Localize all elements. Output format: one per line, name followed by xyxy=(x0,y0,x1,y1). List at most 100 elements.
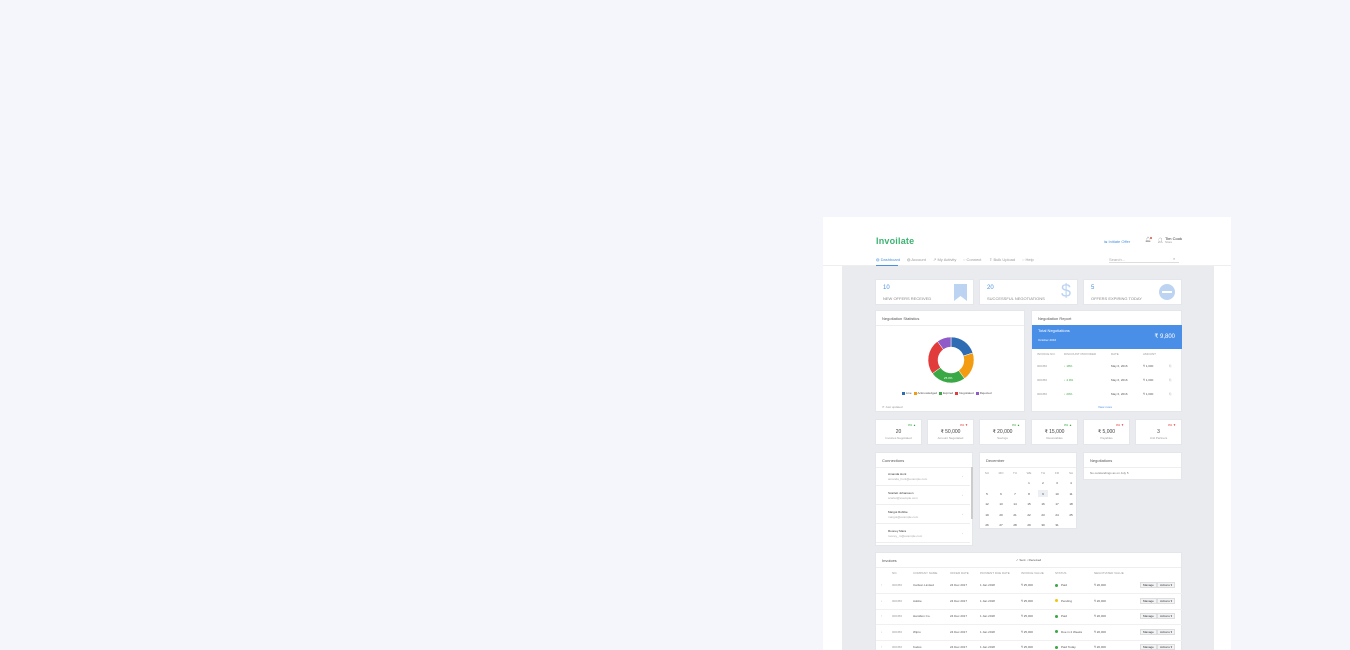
legend-item[interactable]: Expired xyxy=(937,391,953,395)
invoice-company[interactable]: Wipro xyxy=(913,630,921,634)
calendar-day[interactable]: 19 xyxy=(982,513,992,517)
invoice-company[interactable]: Kudos xyxy=(913,645,922,649)
view-more-link[interactable]: View more xyxy=(1098,405,1112,409)
connection-name[interactable]: Rooney Mara xyxy=(888,529,906,533)
date: May 6, 2016 xyxy=(1111,364,1128,368)
divider xyxy=(876,624,1182,625)
calendar-day[interactable]: 26 xyxy=(982,523,992,527)
pie-slice-live[interactable] xyxy=(950,336,974,357)
weekday-label: FR xyxy=(1055,471,1059,475)
stat-tile[interactable]: 0% ▼ ₹ 50,000 Amount Negotiated xyxy=(927,419,974,445)
nav-connect[interactable]: ◌ Connect xyxy=(963,257,981,262)
calendar-day[interactable]: 29 xyxy=(1024,523,1034,527)
calendar-day[interactable]: 22 xyxy=(1024,513,1034,517)
manage-button[interactable]: Manage xyxy=(1140,644,1157,650)
stat-tile[interactable]: 0% ▼ ₹ 5,000 Payables xyxy=(1083,419,1130,445)
search-input[interactable]: Search... xyxy=(1109,255,1179,263)
calendar-day[interactable]: 5 xyxy=(982,492,992,496)
calendar-day[interactable]: 13 xyxy=(996,502,1006,506)
calendar-day[interactable]: 16 xyxy=(1038,502,1048,506)
arrow-down-icon: ↓ xyxy=(881,598,883,603)
invoice-company[interactable]: Hamilton Co. xyxy=(913,614,930,618)
calendar-day[interactable]: 24 xyxy=(1052,513,1062,517)
initiate-offer-link[interactable]: ⇋ Initiate Offer xyxy=(1104,239,1130,244)
connection-name[interactable]: Scarlett Johansson xyxy=(888,491,914,495)
stat-tile[interactable]: 0% ▲ 20 Invoices Negotiated xyxy=(875,419,922,445)
manage-button[interactable]: Manage xyxy=(1140,613,1157,619)
calendar-day[interactable]: 12 xyxy=(982,502,992,506)
nav-bulk-upload[interactable]: ⇪ Bulk Upload xyxy=(989,257,1015,262)
manage-button[interactable]: Manage xyxy=(1140,582,1157,588)
calendar-day[interactable]: 3 xyxy=(1052,481,1062,485)
legend-item[interactable]: Acknowledged xyxy=(912,391,937,395)
calendar-day[interactable]: 27 xyxy=(996,523,1006,527)
nav-dashboard[interactable]: ◍ Dashboard xyxy=(876,257,900,262)
calendar-day[interactable]: 23 xyxy=(1038,513,1048,517)
calendar-day[interactable]: 14 xyxy=(1010,502,1020,506)
legend-item[interactable]: Negotiated xyxy=(953,391,974,395)
calendar-day[interactable]: 25 xyxy=(1066,513,1076,517)
calendar-day[interactable]: 28 xyxy=(1010,523,1020,527)
calendar-day[interactable]: 18 xyxy=(1066,502,1076,506)
calendar-day[interactable]: 15 xyxy=(1024,502,1034,506)
actions-dropdown[interactable]: Actions ▾ xyxy=(1157,613,1176,619)
nav-dashboard-label: Dashboard xyxy=(880,257,901,262)
calendar-day[interactable]: 8 xyxy=(1024,492,1034,496)
manage-button[interactable]: Manage xyxy=(1140,597,1157,604)
stat-tile[interactable]: 0% ▲ ₹ 20,000 Savings xyxy=(979,419,1026,445)
calendar-day[interactable]: 31 xyxy=(1052,523,1062,527)
divider xyxy=(1084,467,1181,468)
calendar-day[interactable]: 20 xyxy=(996,513,1006,517)
column-header: DATE xyxy=(1111,352,1119,356)
nav-help[interactable]: ◌ Help xyxy=(1022,257,1034,262)
copy-icon[interactable]: ⎘ xyxy=(1169,392,1171,396)
arrow-up-icon: ↑ xyxy=(881,645,883,649)
divider xyxy=(876,523,970,524)
copy-icon[interactable]: ⎘ xyxy=(1169,364,1171,368)
legend-item[interactable]: Rejected xyxy=(974,391,992,395)
actions-dropdown[interactable]: Actions ▾ xyxy=(1157,582,1176,588)
calendar-day[interactable]: 6 xyxy=(996,492,1006,496)
connection-name[interactable]: Margot Robbie xyxy=(888,510,908,514)
nav-my-activity[interactable]: ↗ My Activity xyxy=(933,257,956,262)
actions-dropdown[interactable]: Actions ▾ xyxy=(1157,597,1176,604)
chevron-right-icon[interactable]: › xyxy=(962,493,963,497)
kpi-card-negotiations[interactable]: 20 SUCCESSFUL NEGOTIATIONS $ xyxy=(979,279,1078,305)
sent-received-filter[interactable]: ✓ Sent ↓ Received xyxy=(1016,558,1041,562)
copy-icon[interactable]: ⎘ xyxy=(1169,378,1171,382)
chevron-right-icon[interactable]: › xyxy=(962,531,963,535)
manage-button[interactable]: Manage xyxy=(1140,628,1157,635)
actions-dropdown[interactable]: Actions ▾ xyxy=(1157,628,1176,635)
calendar-day[interactable]: 7 xyxy=(1010,492,1020,496)
calendar-day[interactable]: 21 xyxy=(1010,513,1020,517)
chevron-right-icon[interactable]: › xyxy=(962,474,963,478)
legend-item[interactable]: Live xyxy=(900,391,912,395)
kpi-label: OFFERS EXPIRING TODAY xyxy=(1091,296,1142,301)
calendar-day[interactable]: 1 xyxy=(1024,481,1034,485)
nav-account[interactable]: ◍ Account xyxy=(907,257,926,262)
chevron-right-icon[interactable]: › xyxy=(962,512,963,516)
invoice-company[interactable]: Carlson Limited xyxy=(913,583,934,587)
stat-tile[interactable]: 0% ▲ ₹ 15,000 Receivables xyxy=(1031,419,1078,445)
calendar-day[interactable]: 30 xyxy=(1038,523,1048,527)
calendar-day[interactable]: 10 xyxy=(1052,492,1062,496)
calendar-day[interactable]: 11 xyxy=(1066,492,1076,496)
calendar-day[interactable]: 2 xyxy=(1038,481,1048,485)
kpi-card-offers[interactable]: 10 NEW OFFERS RECEIVED xyxy=(875,279,974,305)
calendar-day[interactable]: 9 xyxy=(1038,492,1048,496)
connection-email: amanda_hunt@example.com xyxy=(888,477,928,481)
kpi-card-expiring[interactable]: 5 OFFERS EXPIRING TODAY xyxy=(1083,279,1182,305)
search-icon[interactable]: ⌕ xyxy=(1173,256,1175,261)
calendar-day[interactable]: 4 xyxy=(1066,481,1076,485)
actions-dropdown[interactable]: Actions ▾ xyxy=(1157,644,1176,650)
app-logo[interactable]: Invoilate xyxy=(876,236,914,246)
invoice-company[interactable]: Adobe xyxy=(913,599,922,603)
stat-label: Unit Partners xyxy=(1149,436,1168,440)
user-role: Store xyxy=(1165,240,1173,244)
user-icon[interactable]: 👤︎ xyxy=(1157,238,1163,244)
stat-label: Receivables xyxy=(1046,436,1063,440)
scrollbar[interactable] xyxy=(971,467,973,519)
calendar-day[interactable]: 17 xyxy=(1052,502,1062,506)
connection-name[interactable]: Amanda Hunt xyxy=(888,472,906,476)
stat-tile[interactable]: 0% ▼ 3 Unit Partners xyxy=(1135,419,1182,445)
